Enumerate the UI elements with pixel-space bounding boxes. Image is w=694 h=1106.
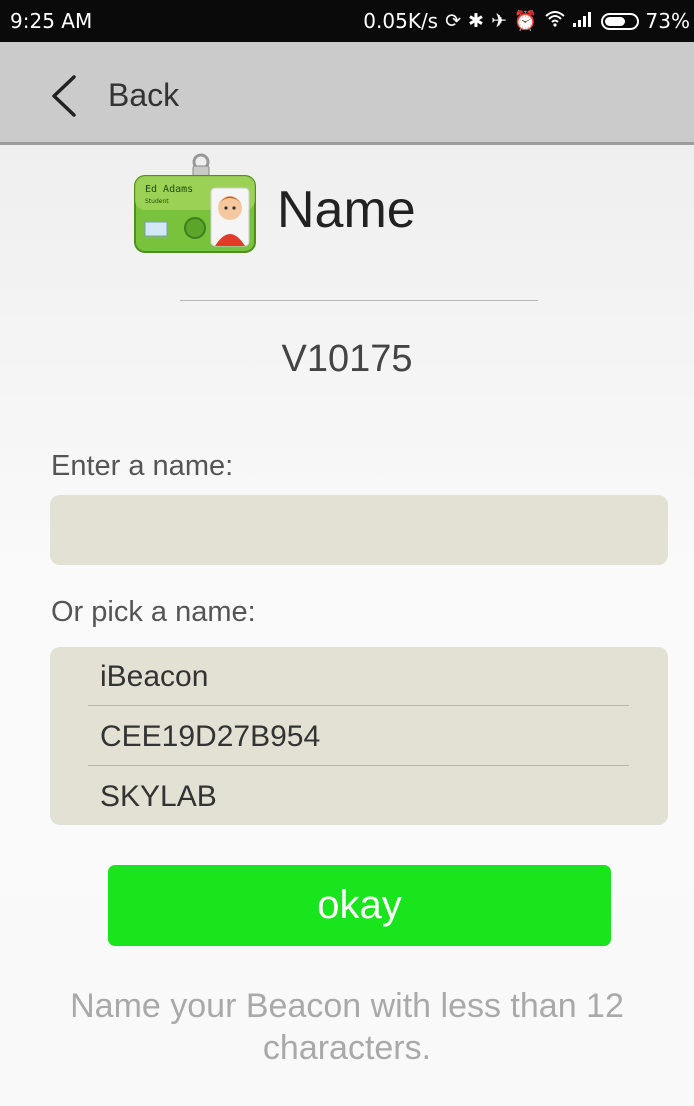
pick-name-label: Or pick a name: xyxy=(51,596,256,628)
battery-fill xyxy=(604,16,626,26)
back-button[interactable]: Back xyxy=(108,77,179,114)
status-bar: 9:25 AM 0.05K/s ⟳ ✱ ✈ ⏰ 73% xyxy=(0,0,694,42)
divider xyxy=(180,300,538,301)
badge-name: Ed Adams xyxy=(145,184,193,195)
okay-button[interactable]: okay xyxy=(108,865,611,946)
wifi-icon xyxy=(544,10,565,32)
signal-icon xyxy=(572,10,594,32)
device-id: V10175 xyxy=(281,338,413,380)
name-options-list: iBeacon CEE19D27B954 SKYLAB xyxy=(50,647,668,825)
id-badge-icon: Ed Adams Student xyxy=(134,153,256,253)
badge-role: Student xyxy=(145,198,169,205)
enter-name-label: Enter a name: xyxy=(51,450,234,482)
hint-text: Name your Beacon with less than 12 chara… xyxy=(70,987,624,1067)
battery-percent: 73% xyxy=(645,9,690,33)
battery-icon xyxy=(600,12,639,30)
alarm-icon: ⏰ xyxy=(513,10,538,32)
nav-bar: Back xyxy=(0,42,694,145)
sync-icon: ⟳ xyxy=(445,10,462,32)
back-chevron-icon[interactable] xyxy=(46,74,86,118)
page-title: Name xyxy=(277,181,416,239)
name-option[interactable]: SKYLAB xyxy=(88,767,629,826)
vibrate-off-icon: ✈ xyxy=(490,10,507,32)
name-option[interactable]: iBeacon xyxy=(88,647,629,706)
name-option[interactable]: CEE19D27B954 xyxy=(88,707,629,766)
bluetooth-icon: ✱ xyxy=(468,10,484,32)
network-speed: 0.05K/s xyxy=(363,9,439,33)
status-time: 9:25 AM xyxy=(10,9,93,33)
name-input[interactable] xyxy=(50,495,668,565)
status-icons: 0.05K/s ⟳ ✱ ✈ ⏰ 73% xyxy=(363,9,690,33)
